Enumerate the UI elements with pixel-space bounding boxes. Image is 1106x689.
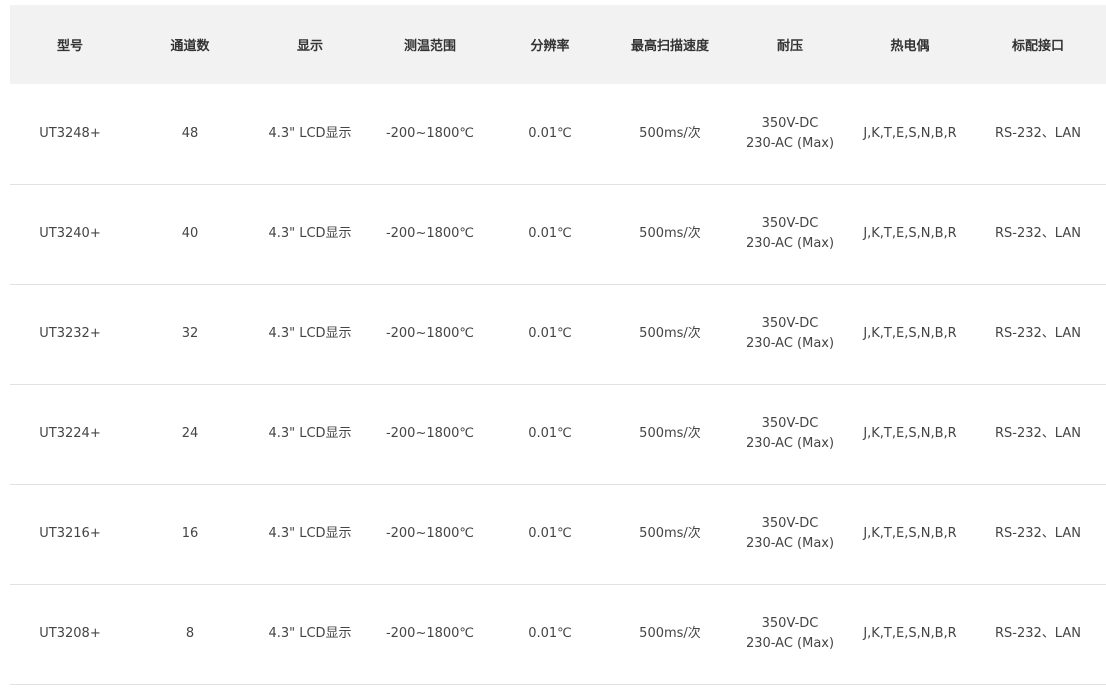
table-row: UT3216+ 16 4.3" LCD显示 -200~1800℃ 0.01℃ 5… — [10, 484, 1106, 584]
header-channels: 通道数 — [170, 39, 210, 54]
cell-display: 4.3" LCD显示 — [268, 426, 352, 441]
header-row: 型号 通道数 显示 测温范围 分辨率 最高扫描速度 耐压 热电偶 标配接口 — [10, 5, 1106, 84]
table-header: 型号 通道数 显示 测温范围 分辨率 最高扫描速度 耐压 热电偶 标配接口 — [10, 5, 1106, 84]
header-display: 显示 — [296, 39, 323, 54]
cell-model: UT3224+ — [39, 426, 101, 441]
cell-channels: 24 — [181, 426, 199, 441]
header-range: 测温范围 — [403, 39, 456, 54]
voltage-dc: 350V-DC — [761, 216, 819, 231]
cell-resolution: 0.01℃ — [528, 326, 572, 341]
cell-resolution: 0.01℃ — [528, 125, 572, 141]
cell-model: UT3216+ — [39, 526, 101, 541]
cell-range: -200~1800℃ — [385, 526, 475, 541]
table-row: UT3232+ 32 4.3" LCD显示 -200~1800℃ 0.01℃ 5… — [10, 284, 1106, 384]
cell-display: 4.3" LCD显示 — [268, 226, 352, 241]
table-body: UT3248+ 48 4.3" LCD显示 -200~1800℃ 0.01℃ 5… — [10, 84, 1106, 684]
cell-thermocouple: J,K,T,E,S,N,B,R — [863, 125, 957, 141]
cell-voltage: 350V-DC 230-AC (Max) — [730, 384, 850, 484]
table-row: UT3248+ 48 4.3" LCD显示 -200~1800℃ 0.01℃ 5… — [10, 84, 1106, 184]
voltage-ac: 230-AC (Max) — [745, 436, 835, 451]
cell-interface: RS-232、LAN — [995, 125, 1081, 141]
cell-range: -200~1800℃ — [385, 426, 475, 441]
cell-resolution: 0.01℃ — [528, 626, 572, 641]
header-model: 型号 — [56, 39, 83, 54]
cell-model: UT3208+ — [39, 626, 101, 641]
cell-resolution: 0.01℃ — [528, 226, 572, 241]
voltage-dc: 350V-DC — [761, 416, 819, 431]
voltage-ac: 230-AC (Max) — [745, 536, 835, 551]
cell-resolution: 0.01℃ — [528, 426, 572, 441]
cell-channels: 48 — [181, 125, 199, 141]
cell-interface: RS-232、LAN — [995, 426, 1081, 441]
table-row: UT3208+ 8 4.3" LCD显示 -200~1800℃ 0.01℃ 50… — [10, 584, 1106, 684]
cell-thermocouple: J,K,T,E,S,N,B,R — [863, 426, 957, 441]
voltage-dc: 350V-DC — [761, 516, 819, 531]
cell-range: -200~1800℃ — [385, 626, 475, 641]
cell-interface: RS-232、LAN — [995, 626, 1081, 641]
cell-model: UT3248+ — [39, 125, 101, 141]
voltage-dc: 350V-DC — [761, 115, 819, 131]
cell-voltage: 350V-DC 230-AC (Max) — [730, 484, 850, 584]
cell-resolution: 0.01℃ — [528, 526, 572, 541]
table-row: UT3240+ 40 4.3" LCD显示 -200~1800℃ 0.01℃ 5… — [10, 184, 1106, 284]
cell-thermocouple: J,K,T,E,S,N,B,R — [863, 526, 957, 541]
cell-display: 4.3" LCD显示 — [268, 326, 352, 341]
cell-display: 4.3" LCD显示 — [268, 125, 352, 141]
header-speed: 最高扫描速度 — [630, 39, 709, 54]
spec-table: 型号 通道数 显示 测温范围 分辨率 最高扫描速度 耐压 热电偶 标配接口 UT… — [10, 5, 1106, 685]
cell-voltage: 350V-DC 230-AC (Max) — [730, 584, 850, 684]
cell-channels: 8 — [185, 626, 195, 641]
cell-display: 4.3" LCD显示 — [268, 626, 352, 641]
voltage-ac: 230-AC (Max) — [745, 236, 835, 251]
cell-voltage: 350V-DC 230-AC (Max) — [730, 284, 850, 384]
cell-speed: 500ms/次 — [639, 125, 701, 141]
cell-voltage: 350V-DC 230-AC (Max) — [730, 184, 850, 284]
header-thermocouple: 热电偶 — [890, 39, 930, 54]
cell-range: -200~1800℃ — [385, 226, 475, 241]
cell-interface: RS-232、LAN — [995, 226, 1081, 241]
cell-model: UT3232+ — [39, 326, 101, 341]
table-row: UT3224+ 24 4.3" LCD显示 -200~1800℃ 0.01℃ 5… — [10, 384, 1106, 484]
voltage-dc: 350V-DC — [761, 616, 819, 631]
cell-channels: 40 — [181, 226, 199, 241]
voltage-ac: 230-AC (Max) — [745, 336, 835, 351]
cell-thermocouple: J,K,T,E,S,N,B,R — [863, 326, 957, 341]
voltage-ac: 230-AC (Max) — [745, 636, 835, 651]
cell-display: 4.3" LCD显示 — [268, 526, 352, 541]
cell-thermocouple: J,K,T,E,S,N,B,R — [863, 226, 957, 241]
cell-model: UT3240+ — [39, 226, 101, 241]
cell-speed: 500ms/次 — [639, 326, 701, 341]
cell-speed: 500ms/次 — [639, 426, 701, 441]
cell-range: -200~1800℃ — [385, 326, 475, 341]
cell-thermocouple: J,K,T,E,S,N,B,R — [863, 626, 957, 641]
cell-speed: 500ms/次 — [639, 226, 701, 241]
cell-speed: 500ms/次 — [639, 526, 701, 541]
voltage-dc: 350V-DC — [761, 316, 819, 331]
cell-interface: RS-232、LAN — [995, 526, 1081, 541]
voltage-ac: 230-AC (Max) — [745, 135, 835, 151]
cell-speed: 500ms/次 — [639, 626, 701, 641]
header-interface: 标配接口 — [1011, 39, 1064, 54]
cell-voltage: 350V-DC 230-AC (Max) — [730, 84, 850, 184]
cell-channels: 16 — [181, 526, 199, 541]
cell-range: -200~1800℃ — [385, 125, 475, 141]
header-resolution: 分辨率 — [530, 39, 570, 54]
cell-channels: 32 — [181, 326, 199, 341]
cell-interface: RS-232、LAN — [995, 326, 1081, 341]
header-voltage: 耐压 — [776, 39, 803, 54]
